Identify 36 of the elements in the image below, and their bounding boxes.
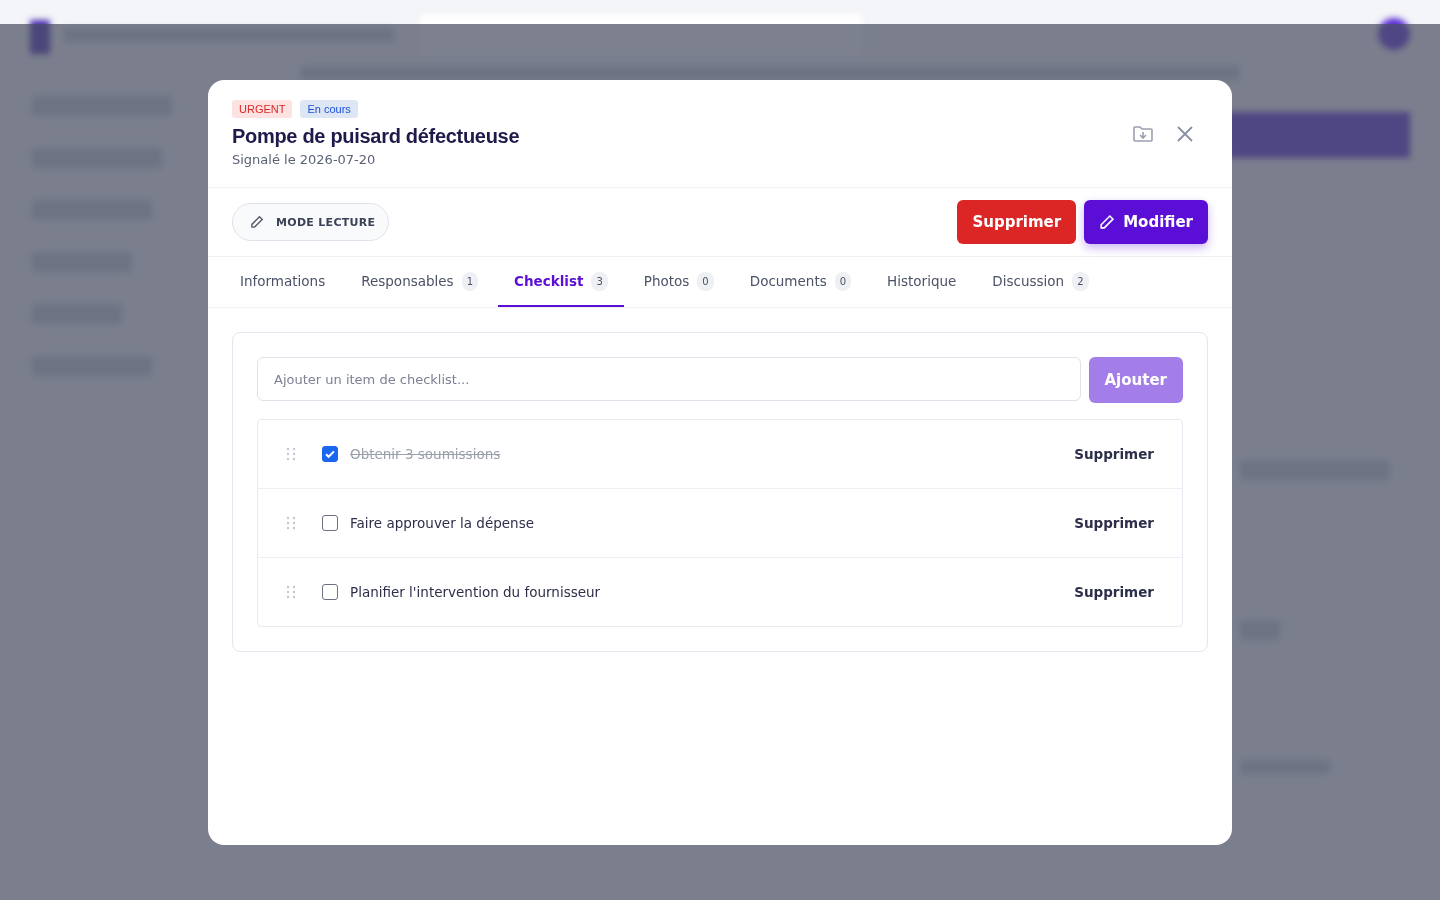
checkbox[interactable] [322,515,338,531]
priority-tag: URGENT [232,100,293,118]
checklist-item-label: Faire approuver la dépense [350,515,535,531]
tab[interactable]: Informations [224,257,342,307]
tab[interactable]: Documents 0 [733,257,868,307]
tab[interactable]: Historique [871,257,973,307]
delete-link[interactable]: Supprimer [1074,584,1154,600]
count-badge: 1 [461,271,479,291]
modal-title: Pompe de puisard défectueuse [232,125,520,148]
tab[interactable]: Responsables 1 [345,257,495,307]
download-icon[interactable] [1132,123,1154,144]
report-date: Signalé le 2026-07-20 [232,152,377,167]
count-badge: 0 [697,271,714,291]
checkbox[interactable] [322,446,338,462]
status-tag: En cours [300,100,358,118]
count-badge: 2 [1072,271,1089,291]
checklist-item-label: Obtenir 3 soumissions [350,446,502,462]
drag-handle-icon[interactable] [286,585,296,599]
count-badge: 0 [834,271,852,291]
close-icon[interactable] [1176,124,1194,143]
tab[interactable]: Checklist 3 [498,257,624,307]
mode-toggle-button[interactable]: MODE LECTURE [232,203,390,241]
drag-handle-icon[interactable] [286,516,296,530]
pencil-icon [250,215,264,229]
edit-button[interactable]: Modifier [1084,200,1208,244]
tab[interactable]: Photos 0 [627,257,730,307]
tab[interactable]: Discussion 2 [976,257,1105,307]
checklist-item-label: Planifier l'intervention du fournisseur [350,584,602,600]
checklist-input-field[interactable]: Ajouter un item de checklist... [257,357,1081,401]
count-badge: 3 [591,271,608,291]
checkbox[interactable] [322,584,338,600]
drag-handle-icon[interactable] [286,447,296,461]
delete-button[interactable]: Supprimer [957,200,1077,244]
delete-link[interactable]: Supprimer [1074,515,1154,531]
delete-link[interactable]: Supprimer [1074,446,1154,462]
pencil-icon [1099,214,1116,230]
